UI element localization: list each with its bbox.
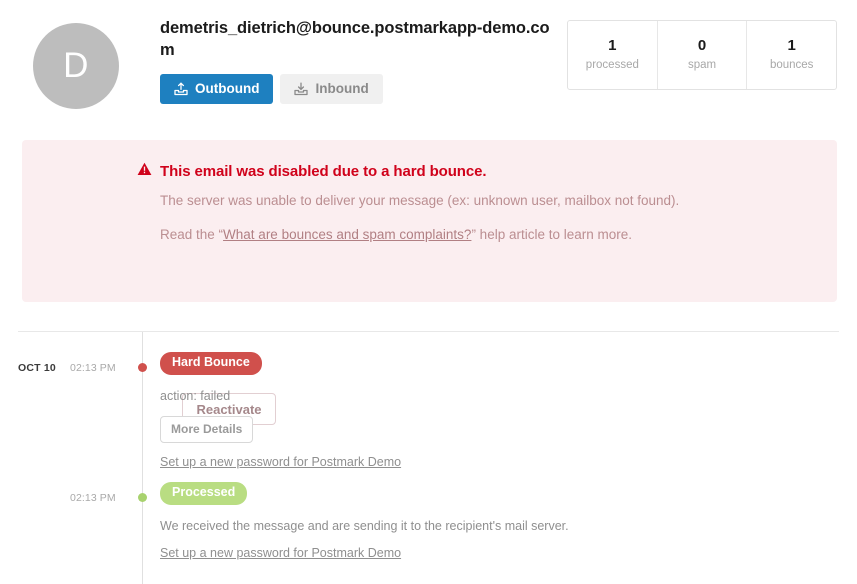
alert-heading-row: This email was disabled due to a hard bo…	[137, 162, 486, 180]
timeline-event-description: action: failed	[160, 388, 837, 404]
timeline-event-content: Hard Bounce action: failed More Details …	[160, 352, 837, 471]
warning-triangle-icon	[137, 162, 152, 180]
timeline-dot-processed	[138, 493, 147, 502]
stat-processed-value: 1	[608, 38, 616, 55]
page-header: D demetris_dietrich@bounce.postmarkapp-d…	[0, 0, 857, 130]
tab-outbound[interactable]: Outbound	[160, 74, 273, 104]
timeline-event-time: 02:13 PM	[70, 492, 130, 504]
stat-spam-label: spam	[688, 59, 716, 72]
avatar: D	[33, 23, 119, 109]
alert-help-line: Read the “What are bounces and spam comp…	[160, 226, 817, 244]
message-subject-link[interactable]: Set up a new password for Postmark Demo	[160, 546, 401, 560]
timeline-event-time: 02:13 PM	[70, 362, 130, 374]
page-title: demetris_dietrich@bounce.postmarkapp-dem…	[160, 18, 555, 62]
outbound-tray-icon	[174, 82, 188, 96]
timeline-event-description: We received the message and are sending …	[160, 518, 837, 534]
activity-timeline: OCT 10 02:13 PM Hard Bounce action: fail…	[0, 332, 857, 584]
stat-bounces[interactable]: 1 bounces	[747, 21, 836, 89]
status-badge-hard-bounce[interactable]: Hard Bounce	[160, 352, 262, 375]
alert-help-prefix: Read the “	[160, 227, 223, 242]
email-detail-page: D demetris_dietrich@bounce.postmarkapp-d…	[0, 0, 857, 584]
bounces-help-link[interactable]: What are bounces and spam complaints?	[223, 227, 471, 242]
more-details-button[interactable]: More Details	[160, 416, 253, 443]
alert-description: The server was unable to deliver your me…	[160, 192, 817, 210]
tab-inbound-label: Inbound	[315, 81, 368, 96]
avatar-initial: D	[63, 46, 89, 86]
timeline-event-date: OCT 10	[18, 362, 66, 374]
stat-spam[interactable]: 0 spam	[658, 21, 748, 89]
alert-body: The server was unable to deliver your me…	[160, 192, 817, 260]
identity-block: demetris_dietrich@bounce.postmarkapp-dem…	[160, 18, 555, 104]
message-subject-link[interactable]: Set up a new password for Postmark Demo	[160, 455, 401, 469]
stat-processed-label: processed	[586, 59, 639, 72]
alert-heading-text: This email was disabled due to a hard bo…	[160, 163, 486, 180]
stats-summary: 1 processed 0 spam 1 bounces	[567, 20, 837, 90]
direction-tabs: Outbound Inbound	[160, 74, 555, 104]
status-badge-processed[interactable]: Processed	[160, 482, 247, 505]
stat-bounces-value: 1	[788, 38, 796, 55]
inbound-tray-icon	[294, 82, 308, 96]
timeline-dot-bounce	[138, 363, 147, 372]
timeline-event-content: Processed We received the message and ar…	[160, 482, 837, 562]
stat-spam-value: 0	[698, 38, 706, 55]
hard-bounce-alert: This email was disabled due to a hard bo…	[22, 140, 837, 302]
alert-help-suffix: ” help article to learn more.	[471, 227, 632, 242]
tab-inbound[interactable]: Inbound	[280, 74, 382, 104]
stat-bounces-label: bounces	[770, 59, 813, 72]
tab-outbound-label: Outbound	[195, 81, 259, 96]
stat-processed[interactable]: 1 processed	[568, 21, 658, 89]
